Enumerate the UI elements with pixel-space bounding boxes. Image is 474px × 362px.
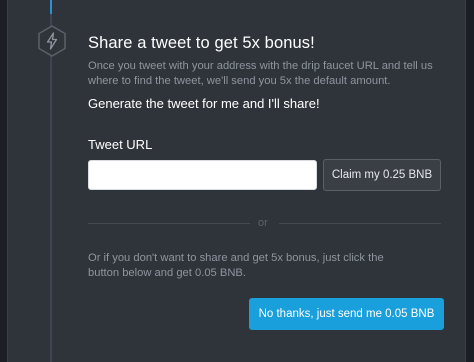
no-thanks-button[interactable]: No thanks, just send me 0.05 BNB — [249, 298, 444, 330]
divider-or-text: or — [258, 217, 268, 229]
tweet-url-label: Tweet URL — [88, 137, 153, 152]
faucet-step-card: Share a tweet to get 5x bonus! Once you … — [7, 0, 466, 362]
tweet-url-input[interactable] — [88, 160, 317, 190]
step-title: Share a tweet to get 5x bonus! — [88, 34, 315, 52]
lightning-icon — [37, 25, 67, 57]
timeline-progress — [50, 0, 52, 14]
generate-tweet-link[interactable]: Generate the tweet for me and I'll share… — [88, 96, 320, 111]
step-description: Once you tweet with your address with th… — [88, 60, 433, 87]
claim-bonus-button[interactable]: Claim my 0.25 BNB — [323, 159, 441, 191]
divider-right — [279, 223, 441, 224]
alternative-description: Or if you don't want to share and get 5x… — [88, 252, 384, 279]
divider-left — [88, 223, 250, 224]
